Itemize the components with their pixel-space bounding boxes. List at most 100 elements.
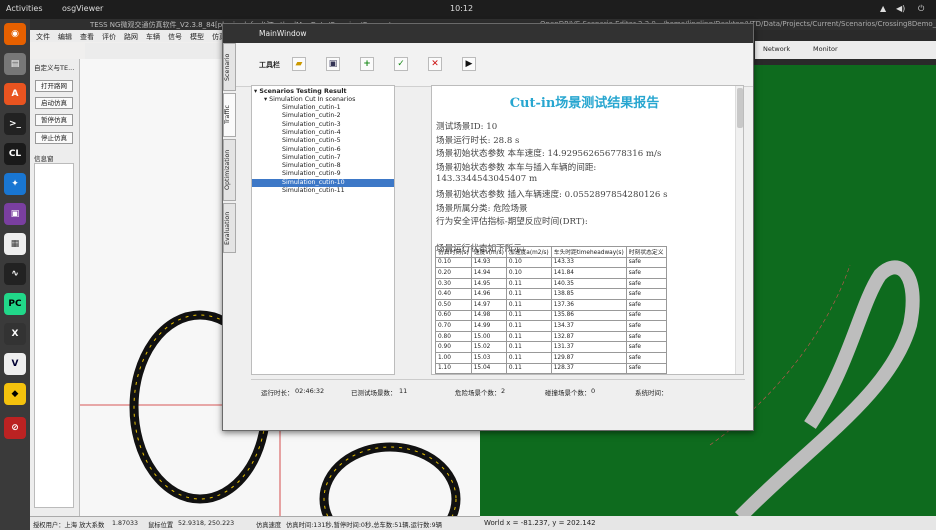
- table-cell: 0.10: [505, 373, 552, 374]
- report-line: 测试场景ID: 10: [436, 122, 498, 132]
- tree-item[interactable]: Simulation_cutin-1: [252, 104, 394, 112]
- table-cell: 0.11: [505, 288, 552, 300]
- tree-root[interactable]: ▾ Scenarios Testing Result: [254, 88, 396, 96]
- stop-icon[interactable]: ⊘: [4, 417, 26, 439]
- table-cell: 0.30: [435, 277, 472, 290]
- table-row: 0.90 15.02 0.11 131.37 safe: [435, 341, 667, 353]
- clock[interactable]: 10:12: [450, 4, 473, 13]
- table-row: 1.00 15.03 0.11 129.87 safe: [435, 351, 667, 364]
- xterm-icon[interactable]: X: [4, 323, 26, 345]
- toolbar-label: 工具栏: [259, 61, 280, 69]
- road-icon[interactable]: ◆: [4, 383, 26, 405]
- table-header: 车头时距timeheadway(s): [550, 246, 627, 258]
- tree-root-label: Scenarios Testing Result: [259, 88, 347, 95]
- menu-view[interactable]: 查看: [80, 32, 94, 42]
- table-row: 1.10 15.04 0.11 128.37 safe: [435, 362, 667, 374]
- tree-item[interactable]: Simulation_cutin-9: [252, 170, 394, 178]
- report-line: 场景所属分类: 危险场景: [436, 203, 528, 214]
- volume-icon[interactable]: ◀): [896, 4, 905, 13]
- table-cell: safe: [625, 298, 667, 311]
- table-cell: 1.20: [435, 373, 472, 374]
- table-cell: 0.11: [505, 341, 552, 353]
- table-cell: 0.11: [505, 351, 552, 364]
- table-cell: 15.04: [470, 362, 507, 374]
- table-cell: 14.99: [470, 320, 507, 332]
- start-sim-button[interactable]: 启动仿真: [35, 97, 73, 109]
- vires-icon[interactable]: V: [4, 353, 26, 375]
- table-cell: 0.10: [505, 256, 552, 269]
- tree-item[interactable]: Simulation_cutin-6: [252, 146, 394, 154]
- firefox-icon[interactable]: ◉: [4, 23, 26, 45]
- tree-item[interactable]: Simulation_cutin-8: [252, 162, 394, 170]
- media-icon[interactable]: ▣: [4, 203, 26, 225]
- menu-file[interactable]: 文件: [36, 32, 50, 42]
- play-icon[interactable]: ▶: [462, 57, 476, 71]
- table-cell: 131.37: [550, 341, 627, 353]
- report-panel: Cut-in场景测试结果报告 测试场景ID: 10 场景运行时长: 28.8 s 场…: [431, 85, 744, 375]
- menu-model[interactable]: 模型: [190, 32, 204, 42]
- clion-icon[interactable]: CL: [4, 143, 26, 165]
- document-icon[interactable]: ▦: [4, 233, 26, 255]
- pause-sim-button[interactable]: 暂停仿真: [35, 114, 73, 126]
- odr-toolbar: Network Monitor: [755, 41, 936, 59]
- open-folder-icon[interactable]: ▰: [292, 57, 306, 71]
- table-cell: 134.37: [550, 320, 627, 332]
- tree-item[interactable]: Simulation_cutin-4: [252, 129, 394, 137]
- world-coords: World x = -81.237, y = 202.142: [484, 519, 596, 527]
- tree-group[interactable]: ▾ Simulation Cut In scenarios: [264, 96, 406, 104]
- app-menu[interactable]: osgViewer: [62, 4, 103, 13]
- report-line: 场景运行时长: 28.8 s: [436, 135, 520, 146]
- collision-value: 0: [591, 387, 596, 395]
- terminal-icon[interactable]: >_: [4, 113, 26, 135]
- tree-item[interactable]: Simulation_cutin-3: [252, 121, 394, 129]
- software-icon[interactable]: A: [4, 83, 26, 105]
- vertical-tabs: Scenario Traffic Optimization Evaluation: [223, 43, 237, 263]
- menu-signal[interactable]: 信号: [168, 32, 182, 42]
- menu-network[interactable]: 路网: [124, 32, 138, 42]
- open-network-button[interactable]: 打开路网: [35, 80, 73, 92]
- files-icon[interactable]: ▤: [4, 53, 26, 75]
- tab-scenario[interactable]: Scenario: [223, 43, 236, 91]
- check-icon[interactable]: ✓: [394, 57, 408, 71]
- tested-value: 11: [399, 387, 408, 395]
- tess-toolbar[interactable]: [85, 43, 245, 59]
- tree-item[interactable]: Simulation_cutin-7: [252, 154, 394, 162]
- tree-item[interactable]: Simulation_cutin-5: [252, 137, 394, 145]
- add-icon[interactable]: +: [360, 57, 374, 71]
- activities-button[interactable]: Activities: [6, 4, 43, 13]
- tree-item[interactable]: Simulation_cutin-10: [252, 178, 394, 187]
- tree-group-label: Simulation Cut In scenarios: [269, 96, 356, 103]
- tab-traffic[interactable]: Traffic: [223, 93, 236, 137]
- table-row: 0.80 15.00 0.11 132.87 safe: [435, 330, 667, 343]
- power-icon[interactable]: ⏻: [918, 4, 924, 14]
- menu-edit[interactable]: 编辑: [58, 32, 72, 42]
- scroll-thumb[interactable]: [737, 88, 743, 128]
- tess-statusbar: 授权用户：上海 放大系数 1.87033 鼠标位置 52.9318, 250.2…: [30, 516, 490, 530]
- table-cell: 0.11: [505, 309, 552, 322]
- monitor-icon[interactable]: ∿: [4, 263, 26, 285]
- network-icon[interactable]: ▲: [880, 4, 886, 13]
- report-scrollbar[interactable]: [735, 86, 743, 374]
- network-tab[interactable]: Network: [763, 45, 790, 53]
- table-cell: safe: [625, 341, 667, 353]
- menu-vehicle[interactable]: 车辆: [146, 32, 160, 42]
- tab-optimization[interactable]: Optimization: [223, 139, 236, 201]
- run-time-value: 02:46:32: [295, 387, 325, 395]
- table-cell: 129.87: [550, 351, 627, 364]
- status-speed-label: 仿真速度: [256, 522, 282, 529]
- table-cell: 0.80: [435, 330, 472, 343]
- close-icon[interactable]: ✕: [428, 57, 442, 71]
- status-zoom: 1.87033: [112, 520, 139, 527]
- main-window: MainWindow 工具栏 ▰ ▣ + ✓ ✕ ▶ Scenario Traf…: [222, 23, 754, 431]
- menu-evaluate[interactable]: 评价: [102, 32, 116, 42]
- table-cell: 138.85: [550, 288, 627, 300]
- app-icon[interactable]: ✦: [4, 173, 26, 195]
- tree-item[interactable]: Simulation_cutin-11: [252, 187, 394, 195]
- monitor-tab[interactable]: Monitor: [813, 45, 838, 53]
- save-icon[interactable]: ▣: [326, 57, 340, 71]
- tab-evaluation[interactable]: Evaluation: [223, 203, 236, 253]
- table-cell: 0.11: [505, 330, 552, 343]
- stop-sim-button[interactable]: 停止仿真: [35, 132, 73, 144]
- tree-item[interactable]: Simulation_cutin-2: [252, 112, 394, 120]
- pycharm-icon[interactable]: PC: [4, 293, 26, 315]
